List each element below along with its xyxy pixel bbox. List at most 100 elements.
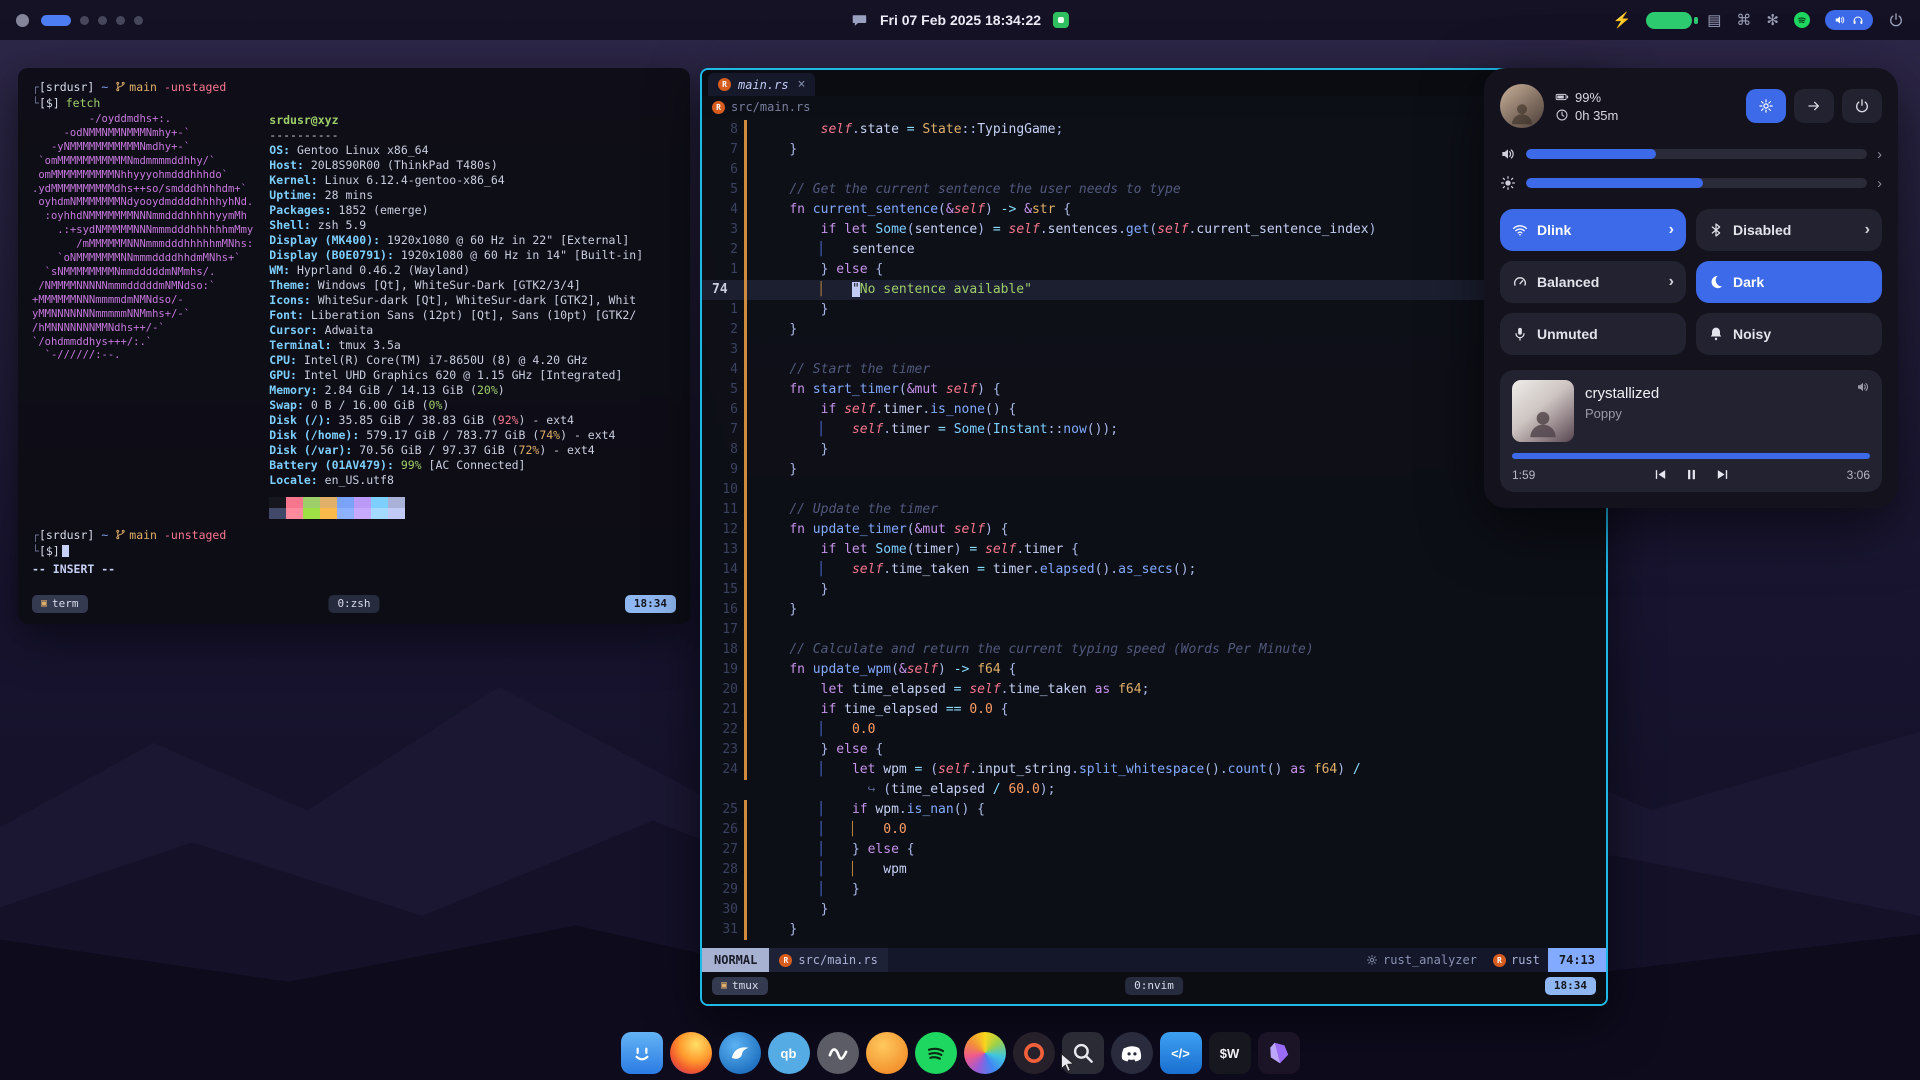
code-line[interactable]: 26 ▏ ▏ 0.0 — [702, 820, 1606, 840]
editor-window[interactable]: main.rs × src/main.rs 8 self.state = Sta… — [700, 68, 1608, 1006]
code-line[interactable]: 21 if time_elapsed == 0.0 { — [702, 700, 1606, 720]
status-indicator-icon[interactable] — [1053, 12, 1069, 28]
command-line[interactable]: └[$] — [32, 544, 676, 560]
chevron-right-icon[interactable]: › — [1877, 147, 1882, 162]
audio-pill[interactable] — [1825, 10, 1873, 30]
workspace-dot-4[interactable] — [134, 16, 143, 25]
dock-icon-discord[interactable] — [1111, 1032, 1153, 1074]
code-line[interactable]: 28 ▏ ▏ wpm — [702, 860, 1606, 880]
code-line[interactable]: 18 // Calculate and return the current t… — [702, 640, 1606, 660]
code-line[interactable]: 8 self.state = State::TypingGame; — [702, 120, 1606, 140]
terminal-body[interactable]: ┌[srdusr]~main-unstaged └[$]fetch -/oydd… — [32, 80, 676, 592]
battery-indicator[interactable] — [1646, 12, 1692, 29]
toggle-balanced[interactable]: Balanced› — [1500, 261, 1686, 303]
code-line[interactable]: 5 fn start_timer(&mut self) { — [702, 380, 1606, 400]
toggle-dlink[interactable]: Dlink› — [1500, 209, 1686, 251]
code-line[interactable]: 14 ▏ self.time_taken = timer.elapsed().a… — [702, 560, 1606, 580]
code-line[interactable]: 3 — [702, 340, 1606, 360]
dock-icon-gray-app[interactable] — [817, 1032, 859, 1074]
code-line[interactable]: 6 if self.timer.is_none() { — [702, 400, 1606, 420]
terminal-window[interactable]: ┌[srdusr]~main-unstaged └[$]fetch -/oydd… — [18, 68, 690, 624]
code-line[interactable]: 15 } — [702, 580, 1606, 600]
code-line[interactable]: 8 } — [702, 440, 1606, 460]
code-line[interactable]: 1 } else { — [702, 260, 1606, 280]
code-line[interactable]: 16 } — [702, 600, 1606, 620]
code-line[interactable]: 5 // Get the current sentence the user n… — [702, 180, 1606, 200]
tab-main-rs[interactable]: main.rs × — [708, 73, 815, 96]
code-lines[interactable]: 8 self.state = State::TypingGame;7 }65 /… — [702, 118, 1606, 948]
code-line[interactable]: 2 ▏ sentence — [702, 240, 1606, 260]
dock-icon-finder[interactable] — [621, 1032, 663, 1074]
sun-slider[interactable]: › — [1500, 175, 1882, 191]
code-line[interactable]: 74 ▏ "No sentence available" — [702, 280, 1606, 300]
code-line[interactable]: 9 } — [702, 460, 1606, 480]
code-line[interactable]: 12 fn update_timer(&mut self) { — [702, 520, 1606, 540]
fan-icon[interactable]: ✻ — [1766, 13, 1779, 28]
code-line[interactable]: 19 fn update_wpm(&self) -> f64 { — [702, 660, 1606, 680]
code-line[interactable]: 29 ▏ } — [702, 880, 1606, 900]
lightning-icon[interactable]: ⚡ — [1613, 13, 1632, 28]
code-line[interactable]: 27 ▏ } else { — [702, 840, 1606, 860]
code-line[interactable]: 23 } else { — [702, 740, 1606, 760]
dock-icon-photos[interactable] — [964, 1032, 1006, 1074]
tmux-session[interactable]: 0:zsh — [328, 595, 379, 612]
chat-icon[interactable] — [851, 12, 868, 29]
toggle-noisy[interactable]: Noisy — [1696, 313, 1882, 355]
dock-icon-spotify[interactable] — [915, 1032, 957, 1074]
code-line[interactable]: ↪ (time_elapsed / 60.0); — [702, 780, 1606, 800]
next-button[interactable] — [1715, 467, 1730, 482]
tray-icon[interactable]: ▤ — [1707, 13, 1721, 28]
command-icon[interactable]: ⌘ — [1736, 13, 1751, 28]
toggle-dark[interactable]: Dark — [1696, 261, 1882, 303]
clock[interactable]: Fri 07 Feb 2025 18:34:22 — [880, 12, 1041, 28]
dock-icon-dollar-app[interactable]: $W — [1209, 1032, 1251, 1074]
close-icon[interactable]: × — [798, 77, 806, 92]
previous-button[interactable] — [1653, 467, 1668, 482]
speaker-slider[interactable]: › — [1500, 146, 1882, 162]
code-line[interactable]: 22 ▏ 0.0 — [702, 720, 1606, 740]
tmux-session[interactable]: 0:nvim — [1125, 977, 1183, 994]
toggle-unmuted[interactable]: Unmuted — [1500, 313, 1686, 355]
code-line[interactable]: 1 } — [702, 300, 1606, 320]
code-line[interactable]: 31 } — [702, 920, 1606, 940]
code-line[interactable]: 7 ▏ self.timer = Some(Instant::now()); — [702, 420, 1606, 440]
launcher-icon[interactable] — [16, 14, 29, 27]
code-line[interactable]: 30 } — [702, 900, 1606, 920]
logout-button[interactable] — [1794, 89, 1834, 123]
dock-icon-qbittorrent[interactable]: qb — [768, 1032, 810, 1074]
chevron-right-icon[interactable]: › — [1877, 176, 1882, 191]
dock-icon-orange-app[interactable] — [866, 1032, 908, 1074]
power-icon[interactable] — [1888, 12, 1904, 28]
code-line[interactable]: 11 // Update the timer — [702, 500, 1606, 520]
tmux-window-pill[interactable]: ▣term — [32, 595, 88, 612]
dock-icon-ring-app[interactable] — [1013, 1032, 1055, 1074]
progress-bar[interactable] — [1512, 453, 1870, 459]
dock-icon-obsidian[interactable] — [1258, 1032, 1300, 1074]
workspace-dot-1[interactable] — [80, 16, 89, 25]
workspace-dot-3[interactable] — [116, 16, 125, 25]
code-line[interactable]: 7 } — [702, 140, 1606, 160]
code-line[interactable]: 4 fn current_sentence(&self) -> &str { — [702, 200, 1606, 220]
toggle-disabled[interactable]: Disabled› — [1696, 209, 1882, 251]
dock-icon-firefox[interactable] — [670, 1032, 712, 1074]
settings-button[interactable] — [1746, 89, 1786, 123]
code-line[interactable]: 20 let time_elapsed = self.time_taken as… — [702, 680, 1606, 700]
code-line[interactable]: 4 // Start the timer — [702, 360, 1606, 380]
dock-icon-vscode[interactable]: </> — [1160, 1032, 1202, 1074]
code-line[interactable]: 10 — [702, 480, 1606, 500]
code-line[interactable]: 24 ▏ let wpm = (self.input_string.split_… — [702, 760, 1606, 780]
tmux-window-pill[interactable]: ▣tmux — [712, 977, 768, 994]
code-line[interactable]: 3 if let Some(sentence) = self.sentences… — [702, 220, 1606, 240]
dock-icon-thunderbird[interactable] — [719, 1032, 761, 1074]
pause-button[interactable] — [1684, 467, 1699, 482]
avatar[interactable] — [1500, 84, 1544, 128]
code-line[interactable]: 6 — [702, 160, 1606, 180]
workspace-dot-0[interactable] — [41, 15, 71, 26]
code-line[interactable]: 2 } — [702, 320, 1606, 340]
power-button[interactable] — [1842, 89, 1882, 123]
speaker-icon[interactable] — [1856, 380, 1870, 394]
code-line[interactable]: 13 if let Some(timer) = self.timer { — [702, 540, 1606, 560]
workspace-dot-2[interactable] — [98, 16, 107, 25]
code-line[interactable]: 17 — [702, 620, 1606, 640]
code-line[interactable]: 25 ▏ if wpm.is_nan() { — [702, 800, 1606, 820]
